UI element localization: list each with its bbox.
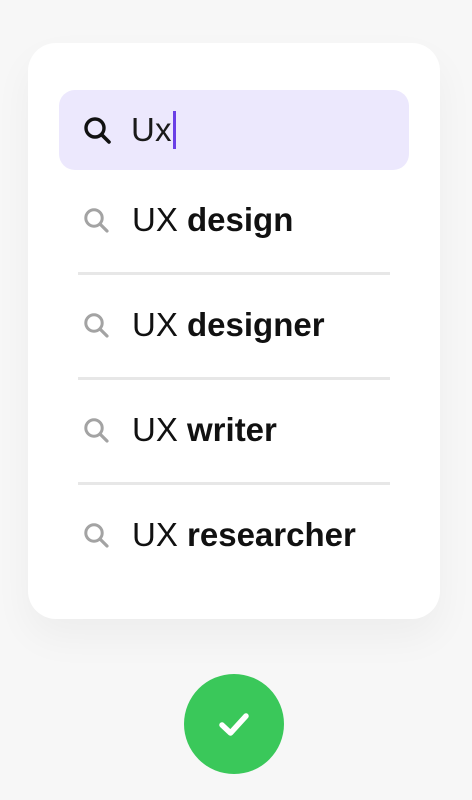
suggestion-prefix: UX [132, 306, 188, 343]
suggestion-prefix: UX [132, 201, 188, 238]
confirm-button[interactable] [184, 674, 284, 774]
suggestion-completion: researcher [187, 516, 356, 553]
search-icon [84, 208, 109, 233]
text-caret [172, 111, 176, 149]
suggestion-item-ux-designer[interactable]: UX designer [78, 275, 390, 380]
suggestion-label: UX researcher [132, 515, 356, 555]
suggestion-completion: design [187, 201, 294, 238]
search-input[interactable]: Ux [59, 90, 409, 170]
suggestion-completion: writer [187, 411, 277, 448]
suggestion-label: UX design [132, 200, 293, 240]
search-icon [84, 523, 109, 548]
search-icon [84, 117, 111, 144]
search-icon [84, 418, 109, 443]
suggestion-prefix: UX [132, 516, 188, 553]
suggestion-item-ux-design[interactable]: UX design [78, 170, 390, 275]
suggestion-label: UX writer [132, 410, 277, 450]
suggestion-label: UX designer [132, 305, 325, 345]
suggestion-item-ux-researcher[interactable]: UX researcher [78, 485, 390, 590]
search-card: Ux UX design UX designer UX writer UX re… [28, 43, 440, 619]
search-icon [84, 313, 109, 338]
search-value: Ux [131, 110, 176, 150]
page: Ux UX design UX designer UX writer UX re… [0, 0, 472, 800]
suggestion-prefix: UX [132, 411, 188, 448]
suggestion-list: UX design UX designer UX writer UX resea… [78, 170, 390, 590]
suggestion-completion: designer [187, 306, 325, 343]
check-icon [219, 713, 249, 736]
suggestion-item-ux-writer[interactable]: UX writer [78, 380, 390, 485]
search-value-text: Ux [131, 111, 172, 148]
